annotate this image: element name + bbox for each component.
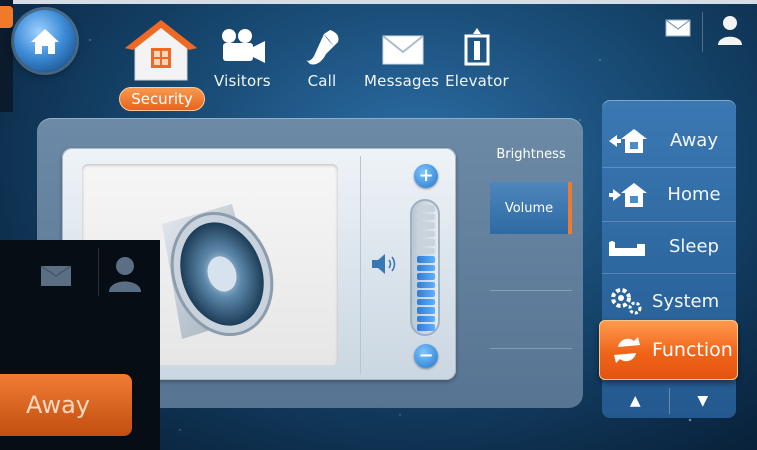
overlay-divider (98, 248, 99, 296)
overlay-away-label: Away (26, 391, 90, 419)
envelope-icon (381, 35, 424, 65)
home-icon (31, 29, 59, 54)
sidebar-item-sleep-label: Sleep (668, 236, 719, 257)
tab-divider (490, 348, 572, 349)
sidebar-item-sleep[interactable]: Sleep (602, 220, 736, 274)
nav-security-label[interactable]: Security (119, 87, 205, 111)
nav-elevator-label: Elevator (445, 72, 509, 90)
volume-segment (417, 247, 435, 255)
nav-call[interactable]: Call (302, 26, 342, 90)
top-strip (0, 0, 757, 4)
sidebar-item-away-label: Away (670, 130, 718, 151)
left-edge-fragment (0, 0, 13, 112)
zoom-overlay: Away (0, 240, 160, 450)
volume-segment (417, 256, 435, 263)
sleep-icon (609, 240, 645, 256)
volume-segment (417, 213, 435, 221)
refresh-icon (614, 337, 640, 363)
volume-segment (417, 298, 435, 306)
sidebar-item-away[interactable]: Away (602, 114, 736, 168)
scroll-down-button[interactable]: ▼ (670, 384, 737, 418)
overlay-away-button: Away (0, 374, 132, 436)
volume-small-icon (372, 254, 396, 274)
function-button[interactable]: Function (599, 320, 738, 380)
home-button[interactable] (14, 10, 76, 72)
nav-messages[interactable]: Messages (364, 26, 439, 90)
nav-call-label: Call (307, 72, 337, 90)
top-right-toolbar (647, 12, 757, 52)
sidebar-item-system-label: System (652, 290, 720, 312)
volume-level-bars (417, 205, 435, 331)
toolbar-divider (702, 12, 703, 52)
nav-elevator[interactable]: Elevator (444, 26, 510, 90)
volume-segment (417, 230, 435, 238)
volume-down-button[interactable]: − (414, 344, 438, 368)
sidebar-item-home[interactable]: Home (602, 168, 736, 222)
volume-up-button[interactable]: + (414, 164, 438, 188)
volume-segment (417, 205, 435, 212)
tab-brightness[interactable]: Brightness (490, 128, 572, 180)
tab-brightness-label: Brightness (496, 146, 566, 162)
orange-tab-fragment (0, 6, 13, 28)
volume-segment (417, 264, 435, 272)
mail-icon[interactable] (665, 18, 691, 38)
volume-segment (417, 281, 435, 289)
away-house-icon (609, 128, 647, 153)
gears-icon (611, 288, 642, 315)
home-arrive-icon (609, 182, 647, 207)
user-icon[interactable] (717, 14, 743, 46)
phone-icon (306, 30, 339, 65)
user-icon (109, 257, 141, 292)
scroll-up-button[interactable]: ▲ (602, 384, 669, 418)
volume-segment (417, 239, 435, 246)
volume-segment (417, 324, 435, 331)
nav-security[interactable] (125, 18, 197, 88)
function-button-label: Function (652, 339, 733, 361)
nav-visitors[interactable]: Visitors (214, 26, 271, 90)
house-icon (125, 20, 197, 81)
tab-volume[interactable]: Volume (490, 182, 572, 234)
nav-messages-label: Messages (364, 72, 440, 90)
elevator-icon (464, 28, 490, 66)
volume-segment (417, 273, 435, 280)
volume-segment (417, 222, 435, 229)
volume-segment (417, 290, 435, 297)
volume-segment (417, 307, 435, 314)
camera-icon (222, 29, 266, 63)
sidebar-scroll-controls: ▲ ▼ (602, 384, 736, 418)
tab-volume-label: Volume (504, 200, 554, 216)
mail-icon (40, 265, 72, 286)
nav-visitors-label: Visitors (214, 72, 271, 90)
sidebar-item-home-label: Home (667, 184, 721, 205)
volume-segment (417, 315, 435, 323)
tab-divider (490, 290, 572, 291)
